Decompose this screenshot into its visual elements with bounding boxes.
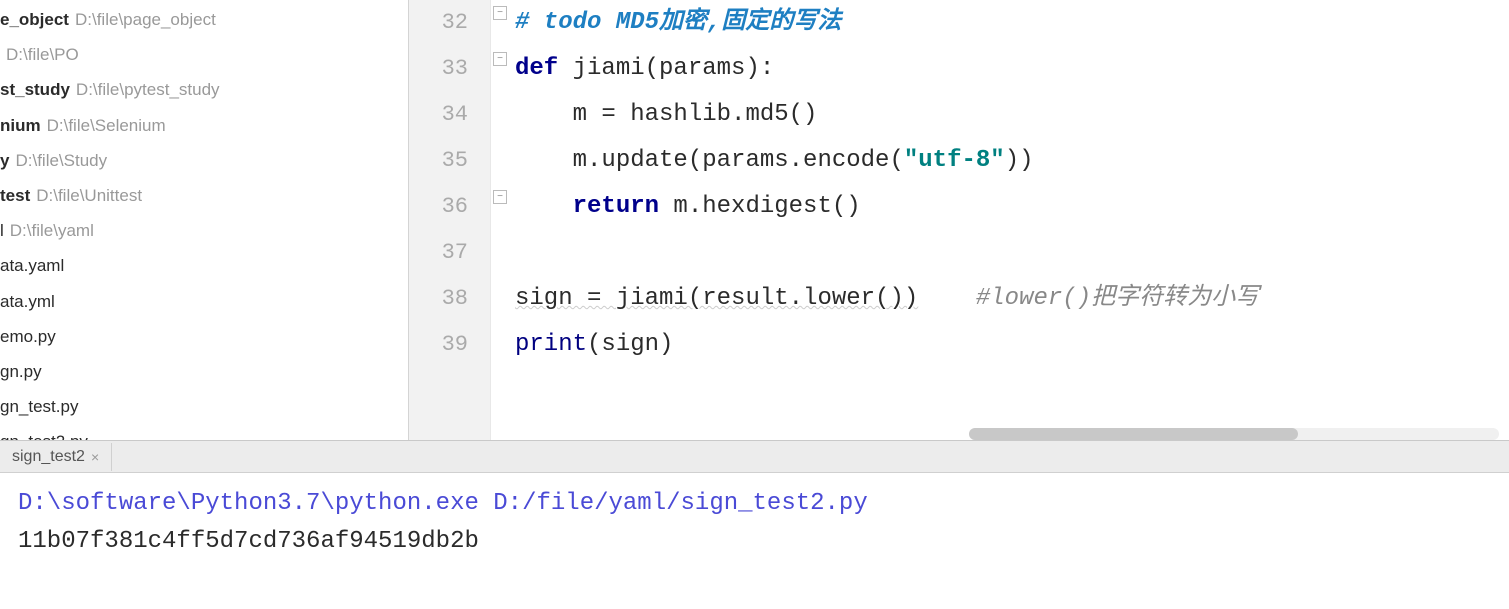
console-output-line: 11b07f381c4ff5d7cd736af94519db2b xyxy=(18,523,1491,561)
code-token: m = hashlib.md5() xyxy=(515,101,817,128)
tree-item-name: gn_test.py xyxy=(0,393,78,420)
line-number: 38 xyxy=(409,276,490,322)
code-token: #lower()把字符转为小写 xyxy=(976,285,1259,312)
tree-item-path: D:\file\Unittest xyxy=(36,182,142,209)
fold-column[interactable]: − − − xyxy=(491,0,511,440)
line-number: 37 xyxy=(409,230,490,276)
code-token: print xyxy=(515,331,587,358)
code-token xyxy=(918,285,976,312)
tree-item-name: y xyxy=(0,147,9,174)
tree-item-path: D:\file\Selenium xyxy=(47,112,166,139)
tree-item[interactable]: yD:\file\Study xyxy=(0,143,408,178)
code-token: )) xyxy=(1005,147,1034,174)
tree-item[interactable]: st_studyD:\file\pytest_study xyxy=(0,72,408,107)
tree-item[interactable]: testD:\file\Unittest xyxy=(0,178,408,213)
close-icon[interactable]: × xyxy=(91,449,99,465)
line-number: 39 xyxy=(409,322,490,368)
code-content[interactable]: # todo MD5加密,固定的写法 def jiami(params): m =… xyxy=(511,0,1509,440)
tree-item-path: D:\file\yaml xyxy=(10,217,94,244)
code-token xyxy=(515,193,573,220)
console-tab[interactable]: sign_test2 × xyxy=(0,443,112,471)
code-token: return xyxy=(573,193,659,220)
tree-item-path: D:\file\pytest_study xyxy=(76,76,220,103)
tree-item-name: nium xyxy=(0,112,41,139)
code-token: # todo MD5加密,固定的写法 xyxy=(515,9,841,36)
code-editor[interactable]: 3233343536373839 − − − # todo MD5加密,固定的写… xyxy=(408,0,1509,440)
tree-item[interactable]: gn.py xyxy=(0,354,408,389)
code-token: "utf-8" xyxy=(904,147,1005,174)
tree-item-name: e_object xyxy=(0,6,69,33)
line-number: 32 xyxy=(409,0,490,46)
code-line[interactable]: m = hashlib.md5() xyxy=(511,92,1509,138)
tree-item[interactable]: niumD:\file\Selenium xyxy=(0,108,408,143)
tree-item[interactable]: emo.py xyxy=(0,319,408,354)
tree-item-name: ata.yaml xyxy=(0,252,64,279)
fold-marker-icon[interactable]: − xyxy=(493,190,507,204)
tree-item[interactable]: ata.yml xyxy=(0,284,408,319)
line-number: 35 xyxy=(409,138,490,184)
tree-item-name: gn_test2.py xyxy=(0,428,88,440)
code-token: (sign) xyxy=(587,331,673,358)
tree-item-name: test xyxy=(0,182,30,209)
code-line[interactable]: sign = jiami(result.lower()) #lower()把字符… xyxy=(511,276,1509,322)
line-number: 36 xyxy=(409,184,490,230)
tree-item[interactable]: e_objectD:\file\page_object xyxy=(0,2,408,37)
code-token: def xyxy=(515,55,573,82)
line-number-gutter: 3233343536373839 xyxy=(409,0,491,440)
code-line[interactable]: def jiami(params): xyxy=(511,46,1509,92)
tree-item[interactable]: lD:\file\yaml xyxy=(0,213,408,248)
console-output[interactable]: D:\software\Python3.7\python.exe D:/file… xyxy=(0,473,1509,574)
code-line[interactable]: print(sign) xyxy=(511,322,1509,368)
tree-item[interactable]: gn_test.py xyxy=(0,389,408,424)
console-tab-bar: sign_test2 × xyxy=(0,441,1509,473)
code-line[interactable]: # todo MD5加密,固定的写法 xyxy=(511,0,1509,46)
tree-item-name: ata.yml xyxy=(0,288,55,315)
tree-item-name: st_study xyxy=(0,76,70,103)
tree-item[interactable]: D:\file\PO xyxy=(0,37,408,72)
tree-item-path: D:\file\Study xyxy=(15,147,107,174)
tree-item-name: l xyxy=(0,217,4,244)
tree-item-path: D:\file\page_object xyxy=(75,6,216,33)
scrollbar-thumb[interactable] xyxy=(969,428,1298,440)
console-tab-label: sign_test2 xyxy=(12,448,85,466)
code-token: m.hexdigest() xyxy=(659,193,861,220)
tree-item[interactable]: ata.yaml xyxy=(0,248,408,283)
horizontal-scrollbar[interactable] xyxy=(969,428,1499,440)
code-line[interactable]: m.update(params.encode("utf-8")) xyxy=(511,138,1509,184)
tree-item-path: D:\file\PO xyxy=(6,41,79,68)
line-number: 33 xyxy=(409,46,490,92)
fold-marker-icon[interactable]: − xyxy=(493,52,507,66)
run-console: sign_test2 × D:\software\Python3.7\pytho… xyxy=(0,440,1509,574)
tree-item-name: emo.py xyxy=(0,323,56,350)
code-line[interactable] xyxy=(511,230,1509,276)
tree-item[interactable]: gn_test2.py xyxy=(0,424,408,440)
code-token: jiami(params): xyxy=(573,55,775,82)
code-line[interactable]: return m.hexdigest() xyxy=(511,184,1509,230)
code-token: sign = jiami(result.lower()) xyxy=(515,285,918,312)
code-token: m.update(params.encode( xyxy=(515,147,904,174)
console-command-line: D:\software\Python3.7\python.exe D:/file… xyxy=(18,485,1491,523)
fold-marker-icon[interactable]: − xyxy=(493,6,507,20)
tree-item-name: gn.py xyxy=(0,358,42,385)
line-number: 34 xyxy=(409,92,490,138)
project-tree[interactable]: e_objectD:\file\page_object D:\file\PO st_… xyxy=(0,0,408,440)
